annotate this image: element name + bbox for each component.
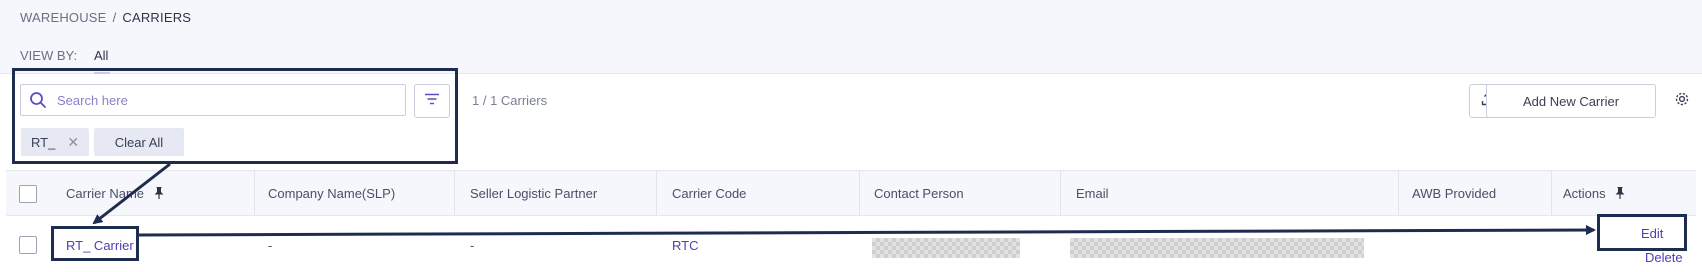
- column-divider: [1398, 171, 1399, 215]
- annotation-arrow-to-edit: [138, 225, 1596, 237]
- column-header-label: Carrier Name: [66, 186, 145, 201]
- column-divider: [454, 171, 455, 215]
- column-header-carrier-code[interactable]: Carrier Code: [672, 186, 746, 201]
- annotation-box-edit: [1597, 214, 1687, 251]
- column-header-email[interactable]: Email: [1076, 186, 1109, 201]
- gear-icon: [1674, 92, 1690, 111]
- view-by-label: VIEW BY:: [20, 48, 78, 63]
- view-by-bar: VIEW BY: All: [20, 48, 110, 74]
- column-header-label: Actions: [1563, 186, 1606, 201]
- column-divider: [1551, 171, 1552, 215]
- result-count: 1 / 1 Carriers: [472, 93, 548, 108]
- column-header-contact-person[interactable]: Contact Person: [874, 186, 964, 201]
- table-header: Carrier Name Company Name(SLP) Seller Lo…: [6, 170, 1696, 216]
- contact-person-masked: [872, 238, 1020, 258]
- column-header-actions: Actions: [1563, 186, 1625, 202]
- select-all-checkbox[interactable]: [19, 185, 37, 203]
- breadcrumb: WAREHOUSE / CARRIERS: [20, 10, 191, 25]
- row-checkbox[interactable]: [19, 236, 37, 254]
- column-header-carrier-name[interactable]: Carrier Name: [66, 186, 164, 202]
- breadcrumb-separator: /: [112, 10, 117, 25]
- settings-button[interactable]: [1674, 91, 1690, 112]
- tab-all[interactable]: All: [94, 48, 108, 63]
- company-name-cell: -: [268, 238, 273, 253]
- pin-icon[interactable]: [1615, 187, 1625, 202]
- breadcrumb-carriers: CARRIERS: [122, 10, 192, 25]
- column-divider: [859, 171, 860, 215]
- breadcrumb-warehouse[interactable]: WAREHOUSE: [20, 10, 107, 25]
- add-new-carrier-button[interactable]: Add New Carrier: [1486, 84, 1656, 118]
- annotation-box-filter: [12, 68, 458, 164]
- column-header-awb-provided[interactable]: AWB Provided: [1412, 186, 1496, 201]
- delete-link[interactable]: Delete: [1645, 250, 1683, 265]
- page-header: [0, 0, 1702, 74]
- pin-icon[interactable]: [154, 187, 164, 202]
- email-masked: [1070, 238, 1364, 258]
- carrier-code-cell: RTC: [672, 238, 699, 253]
- column-header-seller-logistic-partner[interactable]: Seller Logistic Partner: [470, 186, 597, 201]
- column-divider: [656, 171, 657, 215]
- annotation-box-carrier-name: [51, 226, 139, 261]
- seller-logistic-partner-cell: -: [470, 238, 475, 253]
- column-divider: [254, 171, 255, 215]
- column-header-company-name[interactable]: Company Name(SLP): [268, 186, 395, 201]
- column-divider: [1060, 171, 1061, 215]
